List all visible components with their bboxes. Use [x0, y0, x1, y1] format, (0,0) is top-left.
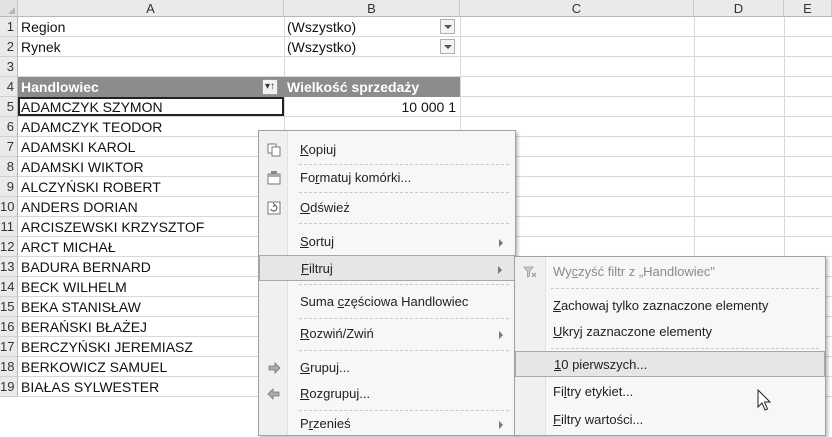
name-cell[interactable]: ADAMSKI WIKTOR [18, 157, 284, 176]
menu-item-sort[interactable]: Sortuj [259, 229, 515, 255]
filter-dropdown-region[interactable] [440, 19, 455, 34]
row-header[interactable]: 3 [0, 57, 18, 77]
ungroup-icon [267, 387, 281, 401]
filter-label-market[interactable]: Rynek [18, 37, 284, 56]
column-header-e[interactable]: E [784, 0, 832, 17]
name-cell[interactable]: ARCISZEWSKI KRZYSZTOF [18, 217, 284, 236]
mouse-cursor-icon [757, 389, 772, 411]
row-header[interactable]: 6 [0, 117, 18, 137]
name-cell[interactable]: ADAMSKI KAROL [18, 137, 284, 156]
sheet-row: Region (Wszystko) [18, 17, 832, 37]
name-cell[interactable]: BIAŁAS SYLWESTER [18, 377, 284, 396]
submenu-item-label-filters[interactable]: Filtry etykiet... [515, 379, 825, 405]
name-cell[interactable]: BERCZYŃSKI JEREMIASZ [18, 337, 284, 356]
row-header[interactable]: 15 [0, 297, 18, 317]
menu-item-move[interactable]: Przenieś [259, 411, 515, 437]
filter-value-region[interactable]: (Wszystko) [284, 17, 434, 36]
format-cells-icon [267, 171, 281, 185]
menu-item-filter[interactable]: Filtruj [259, 255, 515, 281]
context-menu: Kopiuj Formatuj komórki... Odśwież Sortu… [258, 130, 516, 436]
row-header[interactable]: 5 [0, 97, 18, 117]
submenu-arrow-icon [499, 239, 503, 247]
name-cell[interactable]: BERKOWICZ SAMUEL [18, 357, 284, 376]
menu-item-subtotal[interactable]: Suma częściowa Handlowiec [259, 289, 515, 315]
name-cell[interactable]: ARCT MICHAŁ [18, 237, 284, 256]
menu-item-format-cells[interactable]: Formatuj komórki... [259, 165, 515, 191]
name-cell[interactable]: ANDERS DORIAN [18, 197, 284, 216]
menu-item-refresh[interactable]: Odśwież [259, 195, 515, 221]
column-header-d[interactable]: D [694, 0, 784, 17]
pivot-header-row: Handlowiec ▾↑ Wielkość sprzedaży [18, 77, 832, 97]
menu-item-ungroup[interactable]: Rozgrupuj... [259, 381, 515, 407]
clear-filter-icon [523, 265, 537, 279]
submenu-item-clear-filter[interactable]: Wyczyść filtr z „Handlowiec" [515, 259, 825, 285]
name-cell[interactable]: ADAMCZYK SZYMON [18, 97, 284, 116]
pivot-row-header[interactable]: Handlowiec [18, 77, 284, 97]
submenu-arrow-icon [499, 421, 503, 429]
sheet-row [18, 57, 832, 77]
column-header-b[interactable]: B [284, 0, 460, 17]
filter-value-market[interactable]: (Wszystko) [284, 37, 434, 56]
table-row: ADAMCZYK SZYMON 10 000 1 [18, 97, 832, 117]
name-cell[interactable]: ALCZYŃSKI ROBERT [18, 177, 284, 196]
menu-item-group[interactable]: Grupuj... [259, 355, 515, 381]
submenu-item-value-filters[interactable]: Filtry wartości... [515, 407, 825, 433]
row-header[interactable]: 7 [0, 137, 18, 157]
row-label-filter-button[interactable]: ▾↑ [262, 79, 278, 95]
filter-label-region[interactable]: Region [18, 17, 284, 36]
select-all-corner[interactable] [0, 0, 18, 17]
row-header[interactable]: 12 [0, 237, 18, 257]
row-header[interactable]: 13 [0, 257, 18, 277]
row-header[interactable]: 17 [0, 337, 18, 357]
row-header[interactable]: 11 [0, 217, 18, 237]
row-header[interactable]: 18 [0, 357, 18, 377]
column-header-a[interactable]: A [18, 0, 284, 17]
copy-icon [267, 143, 281, 157]
row-header[interactable]: 9 [0, 177, 18, 197]
row-header[interactable]: 2 [0, 37, 18, 57]
row-header[interactable]: 4 [0, 77, 18, 97]
refresh-icon [267, 201, 281, 215]
row-header[interactable]: 19 [0, 377, 18, 397]
submenu-arrow-icon [499, 331, 503, 339]
filter-dropdown-market[interactable] [440, 39, 455, 54]
sheet-row: Rynek (Wszystko) [18, 37, 832, 57]
value-cell[interactable]: 10 000 1 [284, 97, 460, 116]
column-header-c[interactable]: C [460, 0, 694, 17]
row-header[interactable]: 10 [0, 197, 18, 217]
name-cell[interactable]: BADURA BERNARD [18, 257, 284, 276]
group-icon [267, 361, 281, 375]
name-cell[interactable]: ADAMCZYK TEODOR [18, 117, 284, 136]
row-header[interactable]: 16 [0, 317, 18, 337]
row-header[interactable]: 8 [0, 157, 18, 177]
name-cell[interactable]: BEKA STANISŁAW [18, 297, 284, 316]
row-header[interactable]: 14 [0, 277, 18, 297]
filter-submenu: Wyczyść filtr z „Handlowiec" Zachowaj ty… [514, 256, 826, 436]
menu-item-expand-collapse[interactable]: Rozwiń/Zwiń [259, 321, 515, 347]
submenu-item-hide-selected[interactable]: Ukryj zaznaczone elementy [515, 319, 825, 345]
row-header[interactable]: 1 [0, 17, 18, 37]
submenu-item-keep-selected[interactable]: Zachowaj tylko zaznaczone elementy [515, 293, 825, 319]
pivot-value-header[interactable]: Wielkość sprzedaży [284, 77, 460, 97]
menu-item-copy[interactable]: Kopiuj [259, 137, 515, 163]
submenu-item-top-10[interactable]: 10 pierwszych... [515, 351, 825, 377]
name-cell[interactable]: BECK WILHELM [18, 277, 284, 296]
submenu-arrow-icon [498, 266, 502, 274]
name-cell[interactable]: BERAŃSKI BŁAŻEJ [18, 317, 284, 336]
